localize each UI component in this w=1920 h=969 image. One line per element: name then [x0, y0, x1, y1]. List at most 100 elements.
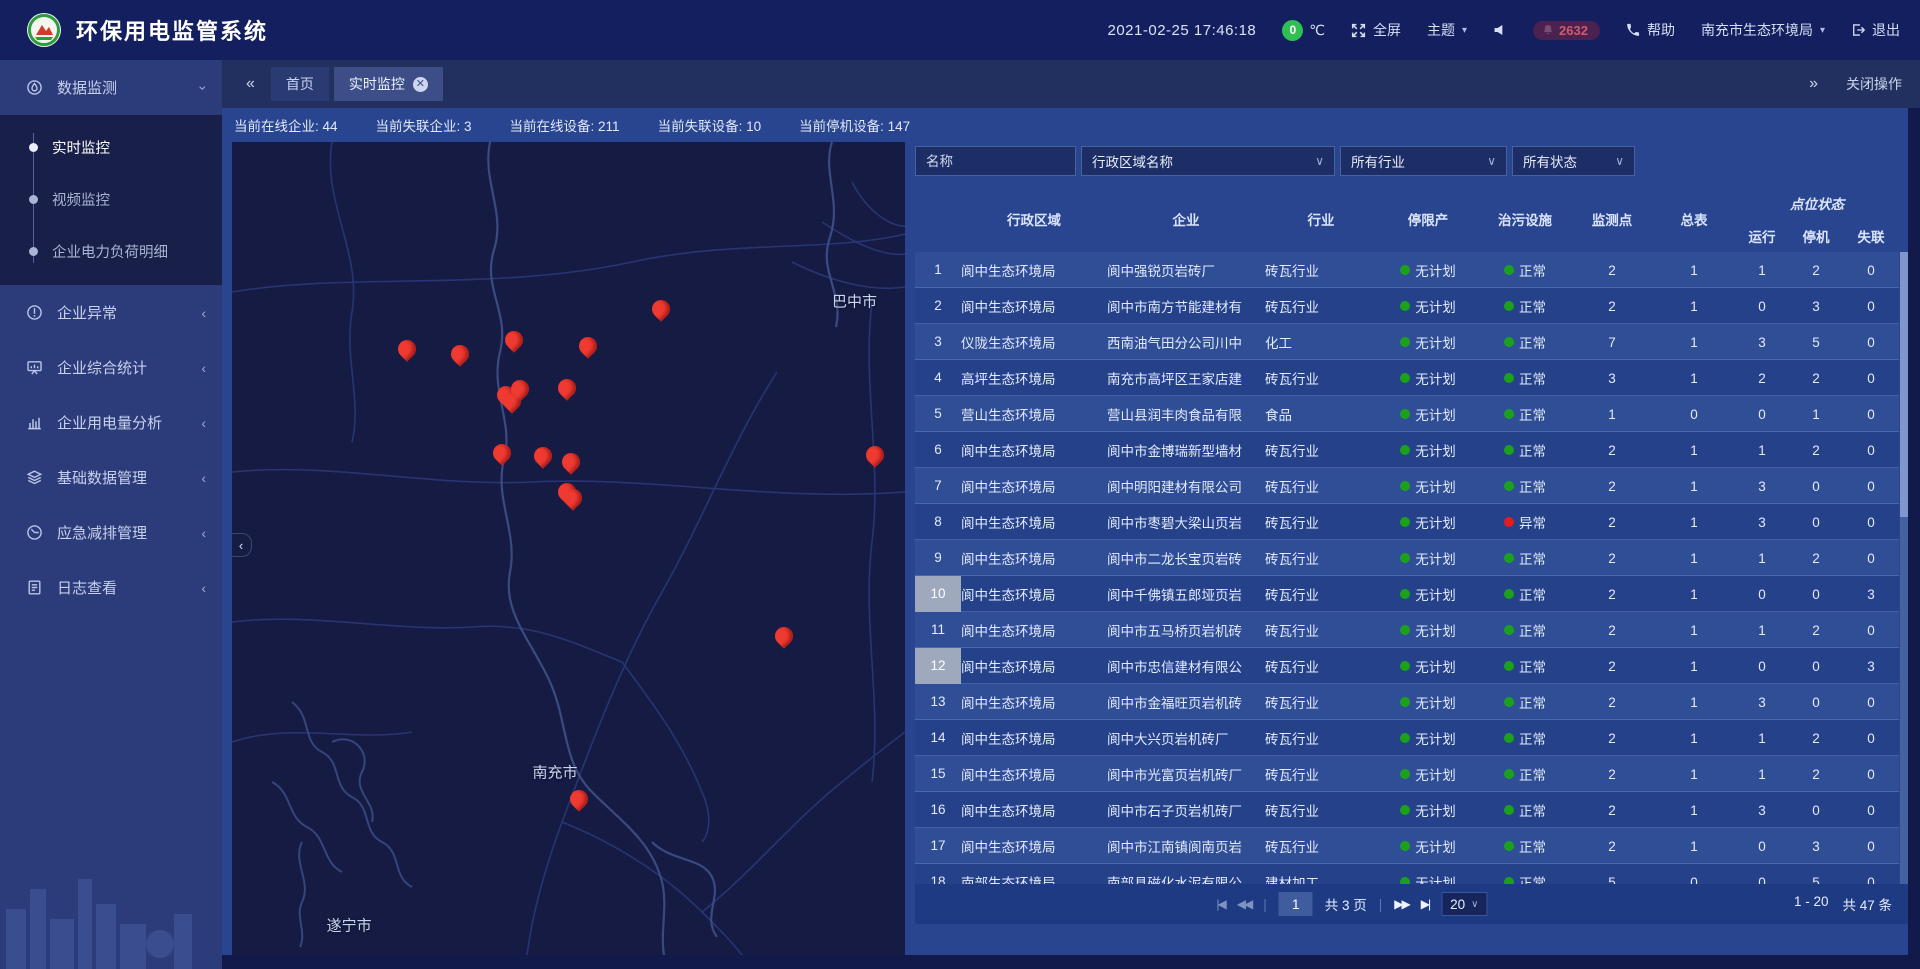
- table-row[interactable]: 5营山生态环境局营山县润丰肉食品有限食品无计划正常10010: [915, 396, 1899, 432]
- table-row[interactable]: 7阆中生态环境局阆中明阳建材有限公司砖瓦行业无计划正常21300: [915, 468, 1899, 504]
- map-pin[interactable]: [558, 379, 576, 397]
- sidebar-item-log-view[interactable]: 日志查看‹: [0, 560, 222, 615]
- scrollbar-thumb[interactable]: [1900, 252, 1908, 517]
- tab-home[interactable]: 首页: [271, 67, 329, 101]
- map-pin[interactable]: [562, 453, 580, 471]
- table-row[interactable]: 18南部生态环境局南部县磁化水泥有限公建材加工无计划正常50050: [915, 864, 1899, 884]
- cell-monitor-points: 2: [1571, 767, 1653, 782]
- table-row[interactable]: 9阆中生态环境局阆中市二龙长宝页岩砖砖瓦行业无计划正常21120: [915, 540, 1899, 576]
- tab-realtime-monitor[interactable]: 实时监控✕: [334, 67, 443, 101]
- map-pin[interactable]: [570, 790, 588, 808]
- status-dot-green: [1400, 589, 1410, 599]
- table-row[interactable]: 4高坪生态环境局南充市高坪区王家店建砖瓦行业无计划正常31220: [915, 360, 1899, 396]
- sidebar-item-emergency-reduction[interactable]: 应急减排管理‹: [0, 505, 222, 560]
- cell-monitor-points: 2: [1571, 839, 1653, 854]
- map-pin[interactable]: [534, 447, 552, 465]
- table-scrollbar[interactable]: [1900, 252, 1908, 884]
- cell-lost: 0: [1843, 479, 1899, 494]
- map-pin[interactable]: [652, 300, 670, 318]
- cell-lost: 0: [1843, 335, 1899, 350]
- sidebar-item-label: 基础数据管理: [57, 467, 147, 488]
- cell-region: 阆中生态环境局: [961, 512, 1107, 532]
- page-size-select[interactable]: 20 ∨: [1441, 892, 1487, 916]
- notification-badge[interactable]: 2632: [1533, 21, 1600, 40]
- cell-stopped: 3: [1789, 839, 1843, 854]
- page-last-button[interactable]: ▶|: [1421, 897, 1429, 911]
- sidebar-subitem-video-monitor[interactable]: 视频监控: [0, 173, 222, 225]
- cell-company: 阆中市忠信建材有限公: [1107, 656, 1265, 676]
- status-dot-green: [1400, 445, 1410, 455]
- page-next-button[interactable]: ▶▶: [1394, 897, 1408, 911]
- table-row[interactable]: 12阆中生态环境局阆中市忠信建材有限公砖瓦行业无计划正常21003: [915, 648, 1899, 684]
- cell-total-meter: 1: [1653, 371, 1735, 386]
- map-pin[interactable]: [451, 345, 469, 363]
- cell-industry: 砖瓦行业: [1265, 584, 1377, 604]
- table-row[interactable]: 8阆中生态环境局阆中市枣碧大梁山页岩砖瓦行业无计划异常21300: [915, 504, 1899, 540]
- column-subheader: 运行: [1749, 226, 1776, 246]
- map-pin[interactable]: [511, 380, 529, 398]
- cell-total-meter: 1: [1653, 695, 1735, 710]
- cell-lost: 0: [1843, 623, 1899, 638]
- table-row[interactable]: 1阆中生态环境局阆中强锐页岩砖厂砖瓦行业无计划正常21120: [915, 252, 1899, 288]
- status-dot-green: [1400, 337, 1410, 347]
- region-select[interactable]: 行政区域名称∨: [1081, 146, 1335, 176]
- table-row[interactable]: 17阆中生态环境局阆中市江南镇阆南页岩砖瓦行业无计划正常21030: [915, 828, 1899, 864]
- map-pin[interactable]: [505, 331, 523, 349]
- map-pin[interactable]: [866, 446, 884, 464]
- fullscreen-icon: [1351, 23, 1366, 38]
- fullscreen-button[interactable]: 全屏: [1351, 20, 1401, 40]
- cell-facility: 正常: [1479, 296, 1571, 316]
- sidebar-item-enterprise-stats[interactable]: 企业综合统计‹: [0, 340, 222, 395]
- table-row[interactable]: 2阆中生态环境局阆中市南方节能建材有砖瓦行业无计划正常21030: [915, 288, 1899, 324]
- logout-button[interactable]: 退出: [1851, 20, 1900, 40]
- map-pin[interactable]: [775, 627, 793, 645]
- table-row[interactable]: 6阆中生态环境局阆中市金博瑞新型墙材砖瓦行业无计划正常21120: [915, 432, 1899, 468]
- table-row[interactable]: 15阆中生态环境局阆中市光富页岩机砖厂砖瓦行业无计划正常21120: [915, 756, 1899, 792]
- map-pin[interactable]: [398, 340, 416, 358]
- tab-close-icon[interactable]: ✕: [413, 77, 428, 92]
- map-pin[interactable]: [564, 489, 582, 507]
- sidebar-item-enterprise-abnormal[interactable]: 企业异常‹: [0, 285, 222, 340]
- page-prev-button[interactable]: ◀◀: [1237, 897, 1251, 911]
- map-pin[interactable]: [579, 337, 597, 355]
- status-dot-red: [1504, 517, 1514, 527]
- page-first-button[interactable]: |◀: [1216, 897, 1224, 911]
- cell-running: 0: [1735, 299, 1789, 314]
- name-search-input[interactable]: [926, 154, 1065, 169]
- cell-facility: 正常: [1479, 764, 1571, 784]
- status-select[interactable]: 所有状态∨: [1512, 146, 1635, 176]
- table-row[interactable]: 3仪陇生态环境局西南油气田分公司川中化工无计划正常71350: [915, 324, 1899, 360]
- map-pin[interactable]: [493, 444, 511, 462]
- map-panel[interactable]: 巴中市南充市遂宁市 ‹: [232, 142, 905, 955]
- close-operations-button[interactable]: 关闭操作: [1846, 74, 1902, 94]
- tabs-scroll-right-icon[interactable]: »: [1803, 75, 1824, 93]
- help-button[interactable]: 帮助: [1626, 20, 1675, 40]
- table-row[interactable]: 11阆中生态环境局阆中市五马桥页岩机砖砖瓦行业无计划正常21120: [915, 612, 1899, 648]
- chevron-down-icon: ∨: [1315, 154, 1324, 168]
- org-dropdown[interactable]: 南充市生态环境局 ▾: [1701, 20, 1825, 40]
- sidebar-subitem-realtime-monitor[interactable]: 实时监控: [0, 121, 222, 173]
- cell-industry: 砖瓦行业: [1265, 512, 1377, 532]
- sidebar-item-base-data[interactable]: 基础数据管理‹: [0, 450, 222, 505]
- cell-facility: 正常: [1479, 728, 1571, 748]
- theme-dropdown[interactable]: 主题 ▾: [1427, 20, 1467, 40]
- chevron-down-icon: ▾: [1462, 25, 1467, 36]
- tabs-scroll-left-icon[interactable]: «: [240, 75, 261, 93]
- table-row[interactable]: 16阆中生态环境局阆中市石子页岩机砖厂砖瓦行业无计划正常21300: [915, 792, 1899, 828]
- cell-stop-plan: 无计划: [1377, 296, 1479, 316]
- cell-facility: 正常: [1479, 800, 1571, 820]
- industry-select[interactable]: 所有行业∨: [1340, 146, 1507, 176]
- sidebar-item-data-monitor[interactable]: 数据监测›: [0, 60, 222, 115]
- sidebar-subitem-power-load-detail[interactable]: 企业电力负荷明细: [0, 225, 222, 277]
- sidebar-item-label: 数据监测: [57, 77, 117, 98]
- sidebar-item-power-analysis[interactable]: 企业用电量分析‹: [0, 395, 222, 450]
- table-row[interactable]: 13阆中生态环境局阆中市金福旺页岩机砖砖瓦行业无计划正常21300: [915, 684, 1899, 720]
- table-row[interactable]: 14阆中生态环境局阆中大兴页岩机砖厂砖瓦行业无计划正常21120: [915, 720, 1899, 756]
- cell-stop-plan: 无计划: [1377, 728, 1479, 748]
- table-row[interactable]: 10阆中生态环境局阆中千佛镇五郎垭页岩砖瓦行业无计划正常21003: [915, 576, 1899, 612]
- cell-industry: 建材加工: [1265, 872, 1377, 884]
- page-number-input[interactable]: 1: [1279, 892, 1313, 916]
- map-collapse-button[interactable]: ‹: [232, 533, 252, 557]
- cell-monitor-points: 2: [1571, 803, 1653, 818]
- mute-button[interactable]: [1493, 23, 1507, 37]
